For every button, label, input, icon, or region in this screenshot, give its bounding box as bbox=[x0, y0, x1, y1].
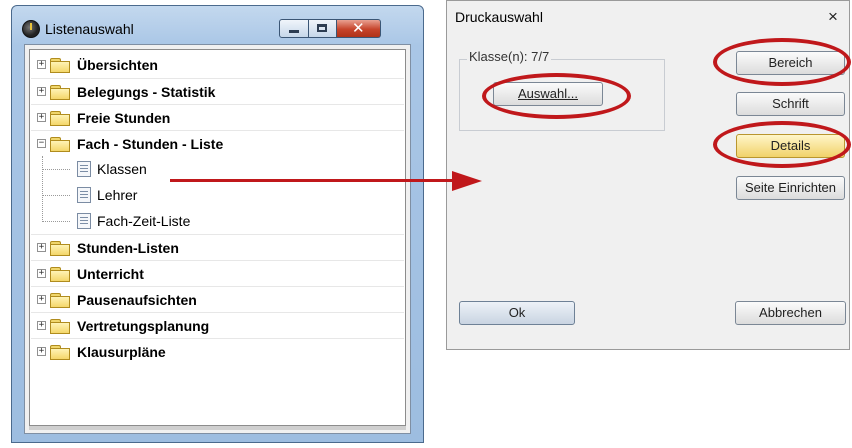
folder-icon bbox=[50, 111, 70, 126]
tree-group-label: Übersichten bbox=[77, 57, 158, 73]
tree-group-belegungs-statistik[interactable]: + Belegungs - Statistik bbox=[31, 78, 404, 104]
annotation-arrow-line bbox=[170, 179, 458, 182]
tree-item-label: Klassen bbox=[97, 161, 147, 177]
tree-connector bbox=[42, 169, 70, 170]
annotation-arrow-head bbox=[452, 171, 482, 191]
tree-group-pausenaufsichten[interactable]: + Pausenaufsichten bbox=[31, 286, 404, 312]
close-icon[interactable]: × bbox=[828, 7, 838, 27]
highlight-ring-auswahl bbox=[482, 73, 631, 119]
highlight-ring-bereich bbox=[713, 38, 851, 86]
folder-icon bbox=[50, 293, 70, 308]
expand-icon[interactable]: + bbox=[37, 347, 46, 356]
folder-icon bbox=[50, 85, 70, 100]
tree-connector bbox=[42, 221, 70, 222]
tree-group-label: Freie Stunden bbox=[77, 110, 171, 126]
expand-icon[interactable]: + bbox=[37, 87, 46, 96]
tree-group-uebersichten[interactable]: + Übersichten bbox=[31, 52, 404, 78]
tree-group-label: Stunden-Listen bbox=[77, 240, 179, 256]
tree-frame: + Übersichten + Belegungs - Statistik + … bbox=[24, 44, 411, 434]
folder-icon bbox=[50, 319, 70, 334]
tree-group-vertretungsplanung[interactable]: + Vertretungsplanung bbox=[31, 312, 404, 338]
ok-button[interactable]: Ok bbox=[459, 301, 575, 325]
expand-icon[interactable]: + bbox=[37, 295, 46, 304]
tree-group-fach-stunden-liste[interactable]: − Fach - Stunden - Liste bbox=[31, 130, 404, 156]
tree-group-klausurplaene[interactable]: + Klausurpläne bbox=[31, 338, 404, 364]
tree-group-label: Fach - Stunden - Liste bbox=[77, 136, 224, 152]
seite-einrichten-button[interactable]: Seite Einrichten bbox=[736, 176, 845, 200]
close-icon: ✕ bbox=[352, 20, 365, 37]
folder-icon bbox=[50, 58, 70, 73]
expand-icon[interactable]: + bbox=[37, 113, 46, 122]
minimize-icon bbox=[289, 30, 299, 33]
dialog-title: Druckauswahl bbox=[455, 9, 543, 25]
tree-group-label: Klausurpläne bbox=[77, 344, 166, 360]
list-tree: + Übersichten + Belegungs - Statistik + … bbox=[29, 49, 406, 426]
tree-connector bbox=[42, 195, 70, 196]
clock-icon bbox=[22, 20, 40, 38]
expand-icon[interactable]: + bbox=[37, 60, 46, 69]
tree-group-label: Belegungs - Statistik bbox=[77, 84, 216, 100]
folder-icon bbox=[50, 137, 70, 152]
folder-icon bbox=[50, 241, 70, 256]
tree-item-lehrer[interactable]: Lehrer bbox=[31, 182, 404, 208]
tree-item-label: Lehrer bbox=[97, 187, 138, 203]
maximize-icon bbox=[317, 24, 327, 32]
folder-icon bbox=[50, 345, 70, 360]
tree-group-label: Unterricht bbox=[77, 266, 144, 282]
tree-group-label: Pausenaufsichten bbox=[77, 292, 197, 308]
maximize-button[interactable] bbox=[309, 19, 337, 38]
highlight-ring-details bbox=[713, 121, 851, 168]
minimize-button[interactable] bbox=[279, 19, 309, 38]
expand-icon[interactable]: + bbox=[37, 243, 46, 252]
window-title: Listenauswahl bbox=[45, 21, 134, 37]
list-document-icon bbox=[77, 187, 91, 203]
listenauswahl-window: Listenauswahl ✕ + Übersichten + Belegung… bbox=[11, 5, 424, 443]
list-document-icon bbox=[77, 161, 91, 177]
tree-item-label: Fach-Zeit-Liste bbox=[97, 213, 191, 229]
collapse-icon[interactable]: − bbox=[37, 139, 46, 148]
close-button[interactable]: ✕ bbox=[337, 19, 381, 38]
tree-scroll-edge bbox=[29, 426, 406, 430]
tree-item-fach-zeit-liste[interactable]: Fach-Zeit-Liste bbox=[31, 208, 404, 234]
groupbox-label: Klasse(n): 7/7 bbox=[467, 49, 552, 64]
tree-group-freie-stunden[interactable]: + Freie Stunden bbox=[31, 104, 404, 130]
tree-group-label: Vertretungsplanung bbox=[77, 318, 210, 334]
tree-group-unterricht[interactable]: + Unterricht bbox=[31, 260, 404, 286]
list-document-icon bbox=[77, 213, 91, 229]
schrift-button[interactable]: Schrift bbox=[736, 92, 845, 116]
expand-icon[interactable]: + bbox=[37, 269, 46, 278]
tree-group-stunden-listen[interactable]: + Stunden-Listen bbox=[31, 234, 404, 260]
folder-icon bbox=[50, 267, 70, 282]
cancel-button[interactable]: Abbrechen bbox=[735, 301, 846, 325]
expand-icon[interactable]: + bbox=[37, 321, 46, 330]
title-bar: Listenauswahl ✕ bbox=[12, 6, 423, 44]
